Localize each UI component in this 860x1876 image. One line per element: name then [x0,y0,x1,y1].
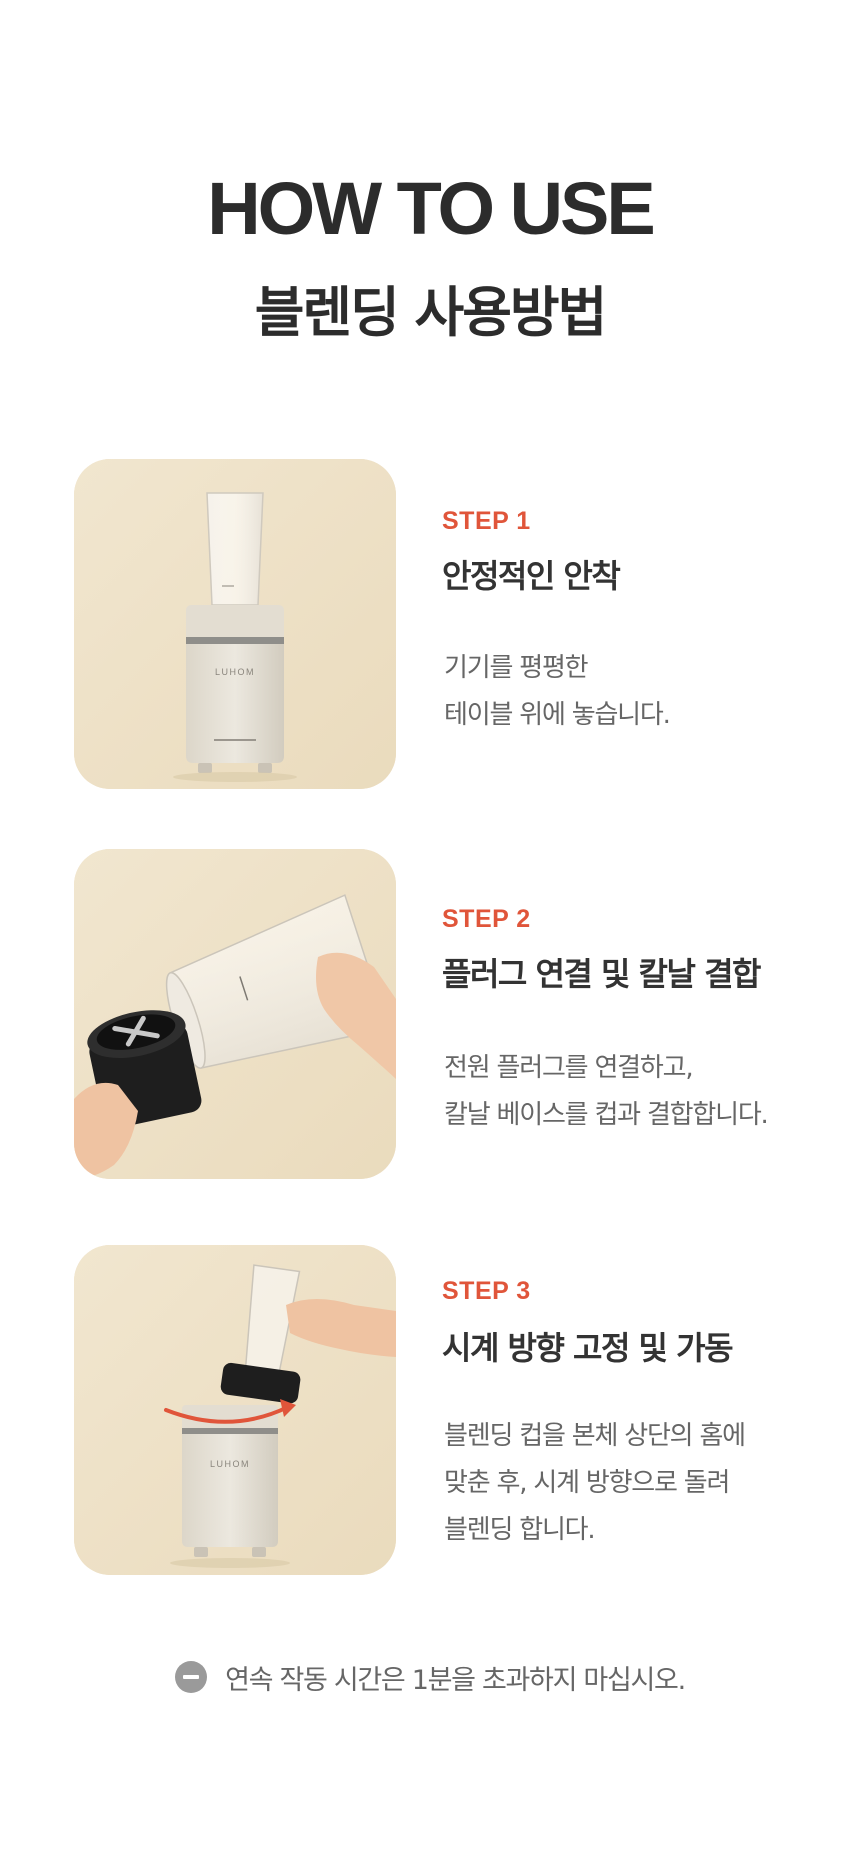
step-1-desc-line: 기기를 평평한 [444,653,589,683]
step-2-photo [74,849,396,1179]
blade-assembly-image [74,849,396,1179]
step-1-title: 안정적인 안착 [442,557,621,595]
step-3-photo: LUHOM [74,1245,396,1575]
step-3-desc-line: 블렌딩 컵을 본체 상단의 홈에 [444,1421,746,1451]
step-1-description: 기기를 평평한 테이블 위에 놓습니다. [444,645,671,739]
page-title: HOW TO USE [207,167,656,250]
step-1-label: STEP 1 [442,507,531,535]
step-3-section: LUHOM STEP 3 시계 방향 고정 및 가동 블렌딩 컵을 본체 상단의… [74,1245,794,1575]
svg-text:LUHOM: LUHOM [210,1459,250,1469]
step-3-description: 블렌딩 컵을 본체 상단의 홈에 맞춘 후, 시계 방향으로 돌려 블렌딩 합니… [444,1413,746,1554]
svg-text:LUHOM: LUHOM [215,667,255,677]
page-subtitle: 블렌딩 사용방법 [254,281,608,344]
notice-text: 연속 작동 시간은 1분을 초과하지 마십시오. [225,1664,686,1696]
step-3-title: 시계 방향 고정 및 가동 [442,1329,734,1367]
usage-notice: 연속 작동 시간은 1분을 초과하지 마십시오. [0,1655,860,1699]
step-2-desc-line: 전원 플러그를 연결하고, [444,1053,694,1083]
step-2-desc-line: 칼날 베이스를 컵과 결합합니다. [444,1100,769,1130]
step-1-section: LUHOM STEP 1 안정적인 안착 기기를 평평한 테이블 위에 놓습니다… [74,459,794,789]
step-3-label: STEP 3 [442,1277,531,1305]
step-2-title: 플러그 연결 및 칼날 결합 [442,955,761,993]
blender-twist-image: LUHOM [74,1245,396,1575]
step-2-label: STEP 2 [442,905,531,933]
minus-circle-icon [175,1661,208,1693]
step-1-desc-line: 테이블 위에 놓습니다. [444,700,671,730]
step-1-photo: LUHOM [74,459,396,789]
step-2-section: STEP 2 플러그 연결 및 칼날 결합 전원 플러그를 연결하고, 칼날 베… [74,849,794,1179]
step-2-description: 전원 플러그를 연결하고, 칼날 베이스를 컵과 결합합니다. [444,1045,769,1139]
blender-standing-image: LUHOM [74,459,396,789]
step-3-desc-line: 맞춘 후, 시계 방향으로 돌려 [444,1468,730,1498]
step-3-desc-line: 블렌딩 합니다. [444,1515,596,1545]
